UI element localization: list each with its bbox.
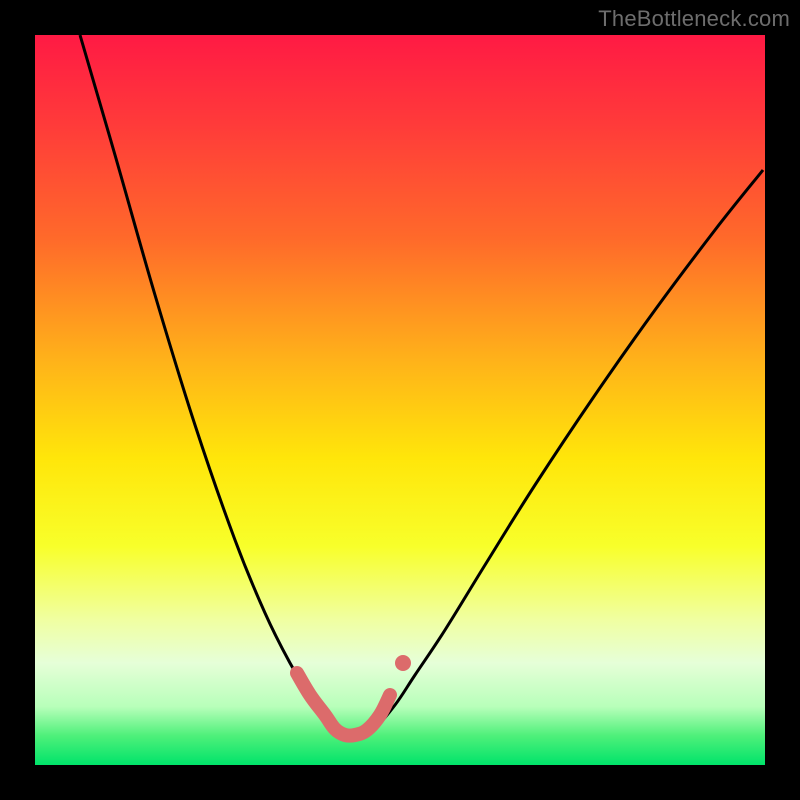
chart-svg — [35, 35, 765, 765]
valley-dot — [395, 655, 411, 671]
plot-area — [35, 35, 765, 765]
watermark-text: TheBottleneck.com — [598, 6, 790, 32]
series-layer — [80, 35, 763, 736]
chart-frame: TheBottleneck.com — [0, 0, 800, 800]
bottleneck-curve — [80, 35, 763, 736]
valley-highlight — [297, 673, 390, 736]
